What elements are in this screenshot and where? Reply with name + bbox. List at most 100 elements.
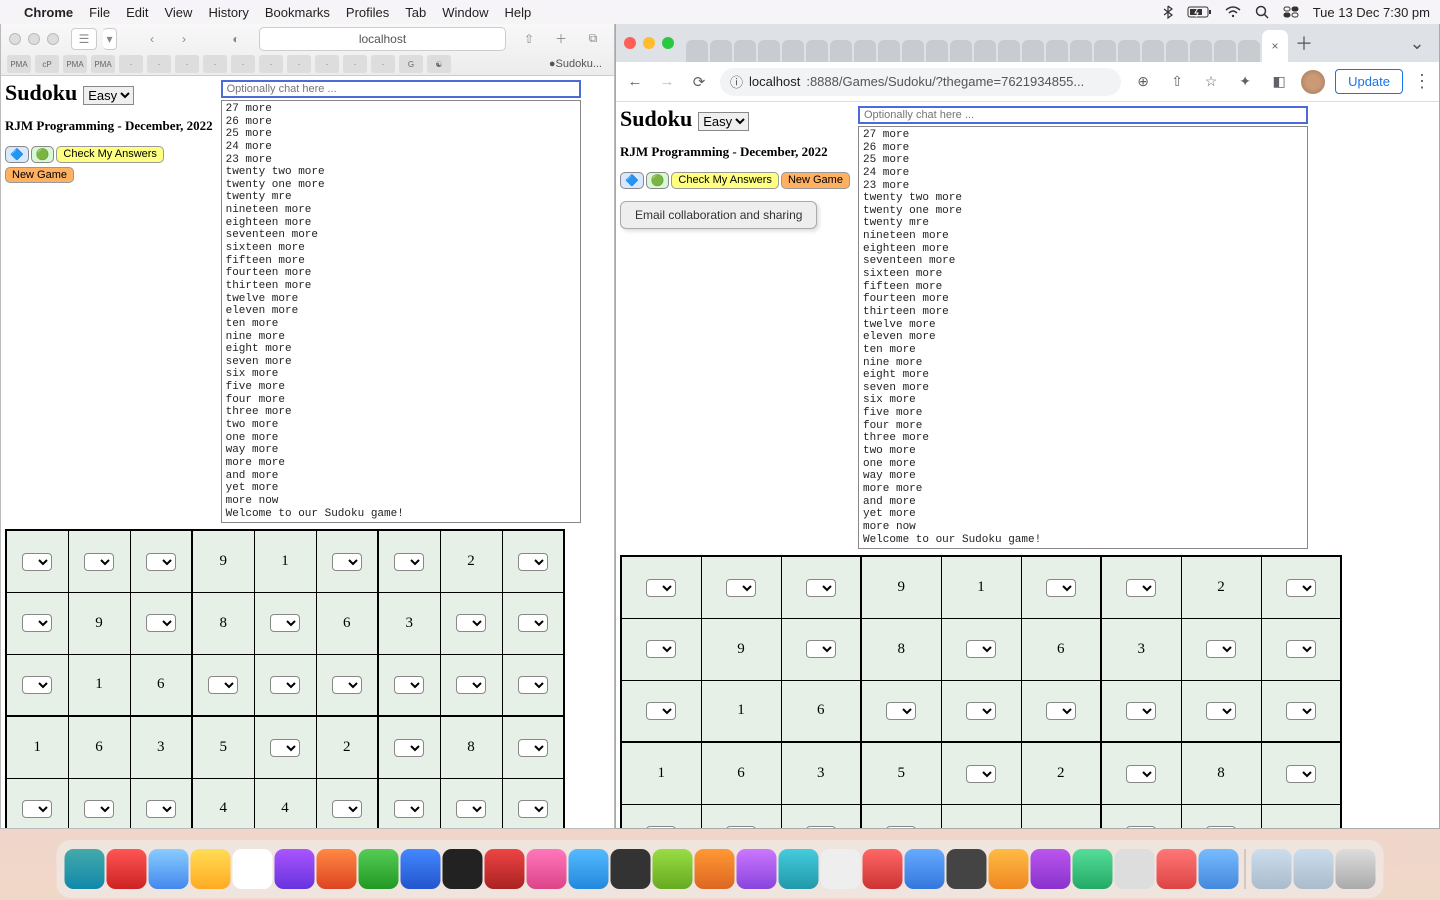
sudoku-cell-select[interactable] <box>146 614 176 632</box>
update-button[interactable]: Update <box>1335 69 1403 94</box>
dock-app-icon[interactable] <box>1073 849 1113 889</box>
sudoku-cell-select[interactable] <box>332 676 362 694</box>
sudoku-cell-select[interactable] <box>1046 702 1076 720</box>
sudoku-cell-select[interactable] <box>22 553 52 571</box>
sudoku-cell-select[interactable] <box>1206 640 1236 658</box>
bookmark-icon[interactable]: ☯ <box>427 55 451 73</box>
sudoku-cell-select[interactable] <box>726 579 756 597</box>
bookmark-icon[interactable]: · <box>287 55 311 73</box>
sudoku-cell-select[interactable] <box>84 800 114 818</box>
dock-app-icon[interactable] <box>569 849 609 889</box>
sudoku-cell-select[interactable] <box>966 765 996 783</box>
dock-app-icon[interactable] <box>359 849 399 889</box>
dock-folder-icon[interactable] <box>1294 849 1334 889</box>
dock-app-icon[interactable] <box>947 849 987 889</box>
chrome-tab[interactable] <box>1070 40 1092 62</box>
chrome-tab[interactable] <box>926 40 948 62</box>
chrome-tab[interactable] <box>878 40 900 62</box>
sudoku-cell-select[interactable] <box>270 676 300 694</box>
difficulty-select[interactable]: Easy <box>698 112 749 131</box>
chrome-reload-button[interactable]: ⟳ <box>688 71 710 93</box>
chrome-tab[interactable] <box>974 40 996 62</box>
sudoku-cell-select[interactable] <box>456 614 486 632</box>
bookmark-icon[interactable]: PMA <box>63 55 87 73</box>
difficulty-select[interactable]: Easy <box>83 86 134 105</box>
safari-tab-label[interactable]: ● Sudoku... <box>543 55 608 73</box>
sudoku-cell-select[interactable] <box>394 739 424 757</box>
dock-app-icon[interactable] <box>401 849 441 889</box>
sudoku-cell-select[interactable] <box>270 739 300 757</box>
bookmark-icon[interactable]: PMA <box>7 55 31 73</box>
dock-app-icon[interactable] <box>65 849 105 889</box>
chrome-tab[interactable] <box>782 40 804 62</box>
emoji-button-1[interactable]: 🔷 <box>620 172 644 189</box>
sudoku-cell-select[interactable] <box>646 702 676 720</box>
sudoku-cell-select[interactable] <box>646 579 676 597</box>
dock-app-icon[interactable] <box>863 849 903 889</box>
bookmark-icon[interactable]: · <box>231 55 255 73</box>
chrome-tab[interactable] <box>1166 40 1188 62</box>
chrome-tab[interactable] <box>686 40 708 62</box>
sudoku-cell-select[interactable] <box>1046 579 1076 597</box>
bookmark-icon[interactable]: · <box>259 55 283 73</box>
chrome-tab[interactable] <box>1142 40 1164 62</box>
sudoku-cell-select[interactable] <box>886 826 916 828</box>
check-answers-button[interactable]: Check My Answers <box>671 172 779 189</box>
sudoku-cell-select[interactable] <box>1206 826 1236 828</box>
sudoku-cell-select[interactable] <box>394 676 424 694</box>
site-info-icon[interactable]: ⓘ <box>730 72 743 91</box>
sudoku-cell-select[interactable] <box>1286 579 1316 597</box>
menu-help[interactable]: Help <box>505 5 532 20</box>
chrome-tab[interactable] <box>806 40 828 62</box>
sudoku-cell-select[interactable] <box>966 640 996 658</box>
chat-log[interactable]: 27 more 26 more 25 more 24 more 23 more … <box>221 100 581 523</box>
sudoku-cell-select[interactable] <box>394 800 424 818</box>
dock-app-icon[interactable] <box>317 849 357 889</box>
bookmark-icon[interactable]: cP <box>35 55 59 73</box>
menubar-clock[interactable]: Tue 13 Dec 7:30 pm <box>1313 5 1430 20</box>
menu-history[interactable]: History <box>208 5 248 20</box>
chrome-tab[interactable] <box>758 40 780 62</box>
chrome-tab[interactable] <box>854 40 876 62</box>
chrome-tab[interactable] <box>1118 40 1140 62</box>
safari-dropdown-button[interactable]: ▾ <box>103 28 117 50</box>
sudoku-cell-select[interactable] <box>518 739 548 757</box>
sudoku-cell-select[interactable] <box>1126 765 1156 783</box>
dock-app-icon[interactable] <box>485 849 525 889</box>
wifi-icon[interactable] <box>1225 6 1241 18</box>
menu-window[interactable]: Window <box>442 5 488 20</box>
chrome-tabsearch-button[interactable]: ⌄ <box>1403 33 1431 54</box>
dock-app-icon[interactable] <box>443 849 483 889</box>
sudoku-cell-select[interactable] <box>332 800 362 818</box>
bookmark-icon[interactable]: · <box>147 55 171 73</box>
chrome-tab[interactable] <box>950 40 972 62</box>
chrome-new-tab-button[interactable]: ＋ <box>1290 30 1318 56</box>
sudoku-cell-select[interactable] <box>1126 702 1156 720</box>
dock-app-icon[interactable] <box>905 849 945 889</box>
battery-icon[interactable] <box>1187 6 1211 18</box>
chrome-tab[interactable] <box>1046 40 1068 62</box>
dock-app-icon[interactable] <box>149 849 189 889</box>
sudoku-cell-select[interactable] <box>22 614 52 632</box>
extensions-icon[interactable]: ✦ <box>1233 70 1257 94</box>
sudoku-cell-select[interactable] <box>394 553 424 571</box>
chrome-tab[interactable] <box>830 40 852 62</box>
sudoku-cell-select[interactable] <box>456 676 486 694</box>
sudoku-cell-select[interactable] <box>518 800 548 818</box>
dock-app-icon[interactable] <box>233 849 273 889</box>
sudoku-cell-select[interactable] <box>332 553 362 571</box>
dock-app-icon[interactable] <box>653 849 693 889</box>
sudoku-cell-select[interactable] <box>806 579 836 597</box>
dock-app-icon[interactable] <box>779 849 819 889</box>
chrome-address-bar[interactable]: ⓘ localhost:8888/Games/Sudoku/?thegame=7… <box>720 68 1121 96</box>
sudoku-cell-select[interactable] <box>22 676 52 694</box>
bookmark-icon[interactable]: PMA <box>91 55 115 73</box>
new-game-button[interactable]: New Game <box>781 172 850 189</box>
sudoku-cell-select[interactable] <box>146 553 176 571</box>
dock-app-icon[interactable] <box>611 849 651 889</box>
chrome-tab[interactable] <box>998 40 1020 62</box>
chrome-tab[interactable] <box>902 40 924 62</box>
control-center-icon[interactable] <box>1283 6 1299 18</box>
dock-app-icon[interactable] <box>191 849 231 889</box>
dock-app-icon[interactable] <box>1199 849 1239 889</box>
